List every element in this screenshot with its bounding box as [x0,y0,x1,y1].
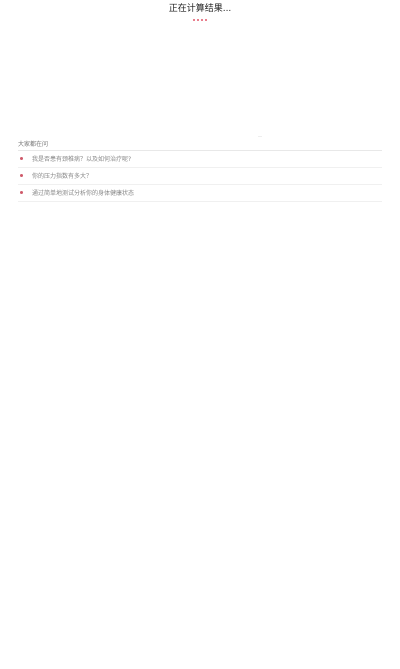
question-item[interactable]: 通过简单地测试分析你的身体健康状态 [18,185,382,202]
loading-dots [0,19,400,21]
loading-dot [193,19,195,21]
divider [258,136,262,137]
question-text: 你的压力指数有多大？ [32,172,93,180]
loading-dot [205,19,207,21]
loading-dot [197,19,199,21]
bullet-icon [20,174,23,177]
question-text: 我是否患有颈椎病？以及如何治疗呢? [32,155,132,163]
question-item[interactable]: 我是否患有颈椎病？以及如何治疗呢? [18,151,382,168]
loading-dot [201,19,203,21]
bullet-icon [20,157,23,160]
question-text: 通过简单地测试分析你的身体健康状态 [32,189,135,197]
section-header: 大家都在问 [18,140,382,151]
related-questions-section: 大家都在问 我是否患有颈椎病？以及如何治疗呢? 你的压力指数有多大？ 通过简单地… [18,140,382,202]
bullet-icon [20,191,23,194]
loading-title: 正在计算结果... [168,4,232,14]
question-list: 我是否患有颈椎病？以及如何治疗呢? 你的压力指数有多大？ 通过简单地测试分析你的… [18,151,382,202]
question-item[interactable]: 你的压力指数有多大？ [18,168,382,185]
